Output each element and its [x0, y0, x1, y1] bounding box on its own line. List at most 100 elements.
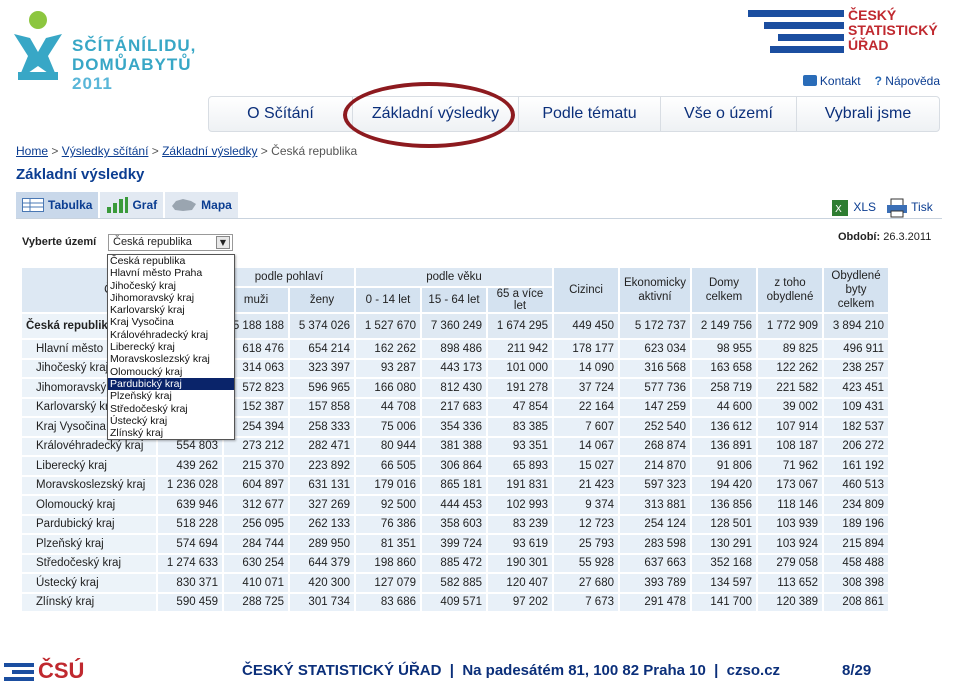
table-cell: 637 663: [618, 552, 692, 574]
nav-we-picked[interactable]: Vybrali jsme: [797, 97, 939, 131]
table-cell: 282 471: [288, 435, 356, 457]
dropdown-option[interactable]: Moravskoslezský kraj: [108, 353, 234, 365]
table-cell: 178 177: [552, 338, 620, 360]
dropdown-option[interactable]: Kraj Vysočina: [108, 316, 234, 328]
table-cell: 1 674 295: [486, 312, 554, 340]
nav-territory[interactable]: Vše o území: [661, 97, 797, 131]
table-cell: 283 598: [618, 533, 692, 555]
dropdown-option[interactable]: Pardubický kraj: [108, 377, 234, 391]
dropdown-option[interactable]: Zlínský kraj: [108, 427, 234, 439]
table-cell: 162 262: [354, 338, 422, 360]
crumb-basic[interactable]: Základní výsledky: [162, 144, 257, 158]
table-row: Středočeský kraj 1 274 633 630 254 644 379 1…: [20, 552, 890, 574]
table-cell: 1 274 633: [156, 552, 224, 574]
table-cell: 101 000: [486, 357, 554, 379]
xls-button[interactable]: X XLS: [830, 199, 876, 217]
tab-chart[interactable]: Graf: [100, 192, 164, 218]
dropdown-option[interactable]: Plzeňský kraj: [108, 390, 234, 402]
period: Období: 26.3.2011: [838, 231, 931, 243]
question-icon: ?: [874, 74, 882, 88]
crumb-home[interactable]: Home: [16, 144, 48, 158]
table-cell: 15 027: [552, 455, 620, 477]
dropdown-option[interactable]: Česká republika: [108, 255, 234, 267]
table-cell: 141 700: [690, 591, 758, 613]
table-cell: 47 854: [486, 396, 554, 418]
dropdown-option[interactable]: Jihočeský kraj: [108, 280, 234, 292]
help-label[interactable]: Nápověda: [885, 74, 940, 88]
table-cell: 55 928: [552, 552, 620, 574]
table-cell: 254 124: [618, 513, 692, 535]
table-cell: 590 459: [156, 591, 224, 613]
header-age: podle věku: [354, 266, 554, 288]
table-cell: 393 789: [618, 572, 692, 594]
dropdown-option[interactable]: Olomoucký kraj: [108, 366, 234, 378]
tab-map-label[interactable]: Mapa: [201, 198, 232, 212]
contact-link[interactable]: Kontakt: [802, 74, 861, 88]
table-cell: 39 002: [756, 396, 824, 418]
tab-map[interactable]: Mapa: [165, 192, 238, 218]
table-cell: 173 067: [756, 474, 824, 496]
region-name: Plzeňský kraj: [20, 533, 158, 555]
table-cell: 812 430: [420, 377, 488, 399]
print-button[interactable]: Tisk: [886, 198, 933, 218]
nav-by-topic[interactable]: Podle tématu: [519, 97, 661, 131]
dropdown-option[interactable]: Hlavní město Praha: [108, 267, 234, 279]
czso-logo-icon: [748, 10, 844, 53]
header-age-15-64: 15 - 64 let: [420, 286, 488, 314]
census-logo-text: SČÍTÁNÍLIDU, DOMŮABYTŮ 2011: [72, 36, 197, 93]
table-cell: 9 374: [552, 494, 620, 516]
breadcrumb: Home > Výsledky sčítání > Základní výsle…: [16, 144, 358, 158]
help-link[interactable]: ? Nápověda: [875, 74, 940, 88]
dropdown-arrow-icon[interactable]: ▼: [216, 236, 230, 249]
table-cell: 215 370: [222, 455, 290, 477]
table-cell: 14 090: [552, 357, 620, 379]
table-cell: 639 946: [156, 494, 224, 516]
table-cell: 215 894: [822, 533, 890, 555]
crumb-results[interactable]: Výsledky sčítání: [62, 144, 149, 158]
table-cell: 206 272: [822, 435, 890, 457]
contact-label[interactable]: Kontakt: [820, 74, 861, 88]
table-cell: 71 962: [756, 455, 824, 477]
table-cell: 256 095: [222, 513, 290, 535]
table-cell: 161 192: [822, 455, 890, 477]
table-cell: 44 708: [354, 396, 422, 418]
table-cell: 316 568: [618, 357, 692, 379]
dropdown-option[interactable]: Středočeský kraj: [108, 403, 234, 415]
tab-table[interactable]: Tabulka: [16, 192, 99, 218]
table-cell: 577 736: [618, 377, 692, 399]
table-cell: 80 944: [354, 435, 422, 457]
table-cell: 358 603: [420, 513, 488, 535]
table-cell: 37 724: [552, 377, 620, 399]
table-cell: 258 333: [288, 416, 356, 438]
xls-label[interactable]: XLS: [853, 200, 876, 214]
print-label[interactable]: Tisk: [911, 200, 933, 214]
tab-chart-label[interactable]: Graf: [132, 198, 157, 212]
table-cell: 289 950: [288, 533, 356, 555]
dropdown-option[interactable]: Karlovarský kraj: [108, 304, 234, 316]
table-cell: 1 772 909: [756, 312, 824, 340]
table-cell: 107 914: [756, 416, 824, 438]
footer-logo-text: ČSÚ: [38, 658, 84, 683]
table-cell: 191 278: [486, 377, 554, 399]
dropdown-option[interactable]: Jihomoravský kraj: [108, 292, 234, 304]
dropdown-option[interactable]: Liberecký kraj: [108, 341, 234, 353]
page-title: Základní výsledky: [16, 166, 145, 183]
territory-select[interactable]: Česká republika: [108, 234, 233, 251]
table-cell: 198 860: [354, 552, 422, 574]
header-women: ženy: [288, 286, 356, 314]
dropdown-option[interactable]: Královéhradecký kraj: [108, 329, 234, 341]
table-cell: 179 016: [354, 474, 422, 496]
table-cell: 113 652: [756, 572, 824, 594]
nav-about[interactable]: O Sčítání: [209, 97, 353, 131]
table-cell: 182 537: [822, 416, 890, 438]
tab-table-label[interactable]: Tabulka: [48, 198, 92, 212]
bar-chart-icon: [107, 197, 129, 213]
table-cell: 130 291: [690, 533, 758, 555]
table-cell: 93 287: [354, 357, 422, 379]
dropdown-option[interactable]: Ústecký kraj: [108, 415, 234, 427]
table-cell: 604 897: [222, 474, 290, 496]
territory-label: Vyberte území: [22, 236, 97, 248]
svg-text:X: X: [835, 204, 842, 215]
table-cell: 301 734: [288, 591, 356, 613]
table-cell: 327 269: [288, 494, 356, 516]
